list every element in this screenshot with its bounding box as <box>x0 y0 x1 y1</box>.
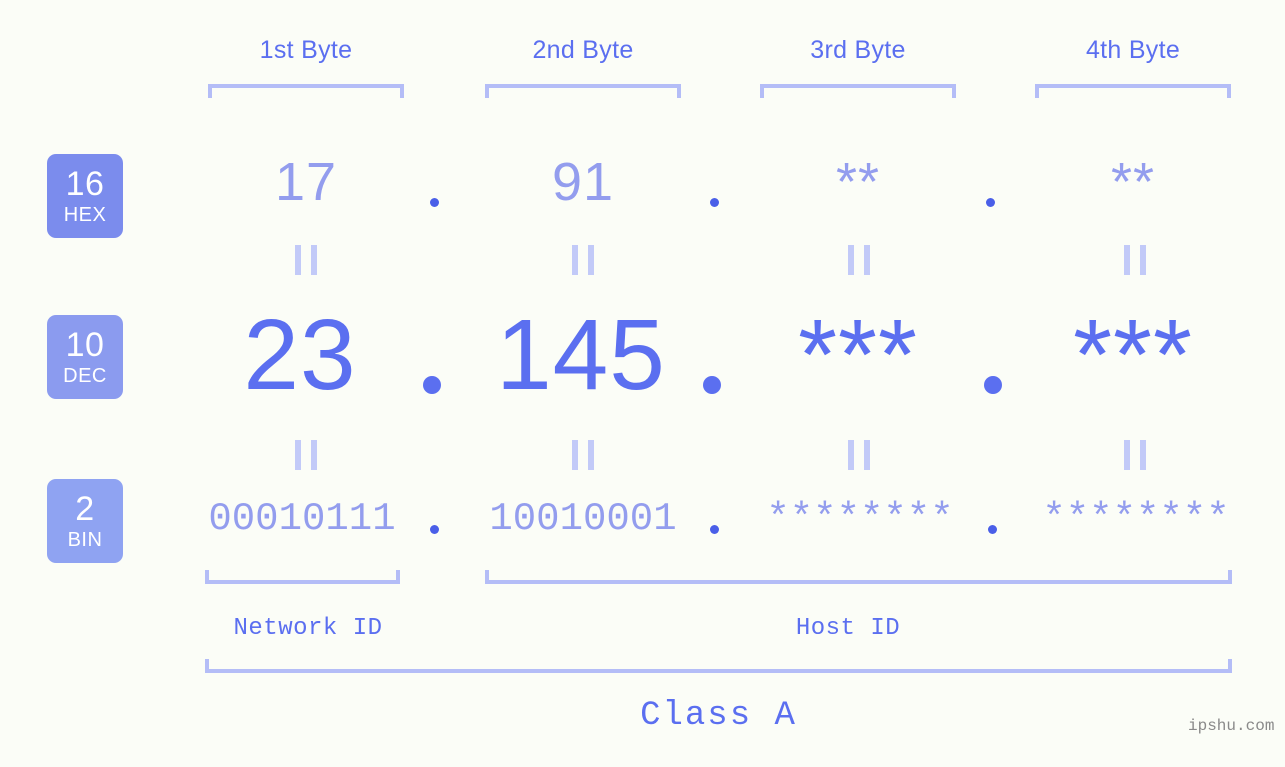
dec-dot-separator-2 <box>703 376 721 394</box>
byte-header-1: 1st Byte <box>259 36 353 64</box>
dec-value-byte-2: 145 <box>496 299 666 411</box>
base-badge-hex-name: HEX <box>63 204 107 226</box>
base-badge-hex: 16 HEX <box>47 154 123 238</box>
equals-icon-dec-bin-1 <box>295 440 317 470</box>
hex-value-byte-1: 17 <box>274 152 338 212</box>
equals-icon-dec-bin-3 <box>848 440 870 470</box>
base-badge-bin-name: BIN <box>67 529 103 551</box>
equals-icon-hex-dec-1 <box>295 245 317 275</box>
base-badge-dec-number: 10 <box>65 326 105 364</box>
hex-value-byte-3: ** <box>835 152 881 212</box>
dec-dot-separator-1 <box>423 376 441 394</box>
class-bracket <box>205 659 1232 673</box>
byte-header-3: 3rd Byte <box>810 36 906 64</box>
dec-value-byte-4: *** <box>1073 299 1193 411</box>
byte-bracket-1 <box>208 84 404 98</box>
equals-icon-dec-bin-4 <box>1124 440 1146 470</box>
bin-dot-separator-3 <box>988 525 997 534</box>
byte-bracket-3 <box>760 84 956 98</box>
bin-value-byte-2: 10010001 <box>489 497 677 541</box>
hex-dot-separator-1 <box>430 198 439 207</box>
dec-dot-separator-3 <box>984 376 1002 394</box>
hex-dot-separator-3 <box>986 198 995 207</box>
base-badge-bin: 2 BIN <box>47 479 123 563</box>
equals-icon-hex-dec-2 <box>572 245 594 275</box>
hex-value-byte-4: ** <box>1110 152 1156 212</box>
hex-dot-separator-2 <box>710 198 719 207</box>
equals-icon-dec-bin-2 <box>572 440 594 470</box>
host-id-label: Host ID <box>795 615 901 642</box>
host-id-bracket <box>485 570 1232 584</box>
base-badge-dec-name: DEC <box>63 365 107 387</box>
byte-header-2: 2nd Byte <box>532 36 634 64</box>
ip-breakdown-diagram: 1st Byte 2nd Byte 3rd Byte 4th Byte 16 H… <box>0 0 1285 767</box>
class-label: Class A <box>640 697 797 735</box>
bin-value-byte-1: 00010111 <box>208 497 396 541</box>
byte-bracket-2 <box>485 84 681 98</box>
hex-value-byte-2: 91 <box>551 152 615 212</box>
base-badge-bin-number: 2 <box>75 490 95 528</box>
network-id-bracket <box>205 570 400 584</box>
equals-icon-hex-dec-3 <box>848 245 870 275</box>
network-id-label: Network ID <box>233 615 383 642</box>
byte-header-4: 4th Byte <box>1085 36 1181 64</box>
bin-value-byte-3: ******** <box>766 497 954 541</box>
bin-dot-separator-2 <box>710 525 719 534</box>
byte-bracket-4 <box>1035 84 1231 98</box>
base-badge-hex-number: 16 <box>65 165 105 203</box>
dec-value-byte-1: 23 <box>243 299 357 411</box>
base-badge-dec: 10 DEC <box>47 315 123 399</box>
bin-dot-separator-1 <box>430 525 439 534</box>
dec-value-byte-3: *** <box>798 299 918 411</box>
equals-icon-hex-dec-4 <box>1124 245 1146 275</box>
watermark: ipshu.com <box>1188 717 1275 735</box>
bin-value-byte-4: ******** <box>1042 497 1230 541</box>
